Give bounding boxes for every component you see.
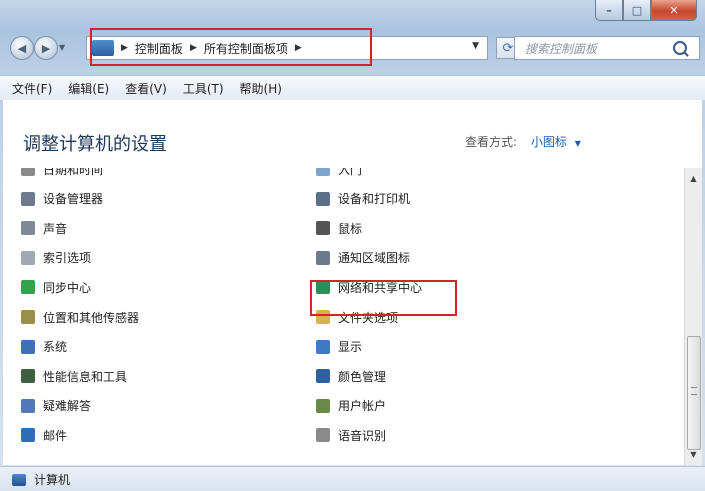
status-bar: 计算机 bbox=[0, 466, 705, 491]
user-accounts-icon bbox=[316, 398, 330, 413]
item-label: 语音识别 bbox=[338, 428, 387, 443]
item-label: 性能信息和工具 bbox=[43, 369, 128, 384]
control-panel-item[interactable]: 日期和时间 bbox=[21, 168, 103, 180]
menu-view[interactable]: 查看(V) bbox=[125, 80, 167, 97]
item-label: 通知区域图标 bbox=[338, 251, 411, 266]
control-panel-item[interactable]: 显示 bbox=[316, 336, 362, 358]
scrollbar-thumb[interactable] bbox=[687, 336, 701, 450]
control-panel-item[interactable]: 声音 bbox=[21, 217, 67, 239]
notification-icon bbox=[316, 250, 330, 265]
control-panel-item[interactable]: 邮件 bbox=[21, 424, 67, 446]
scroll-down-icon[interactable]: ▼ bbox=[685, 446, 702, 463]
control-panel-item[interactable]: 疑难解答 bbox=[21, 395, 91, 417]
control-panel-item[interactable]: 用户帐户 bbox=[316, 395, 386, 417]
grip-icon bbox=[691, 387, 697, 395]
view-by-label: 查看方式: bbox=[465, 135, 518, 149]
search-icon[interactable] bbox=[673, 41, 687, 55]
control-panel-item[interactable]: 颜色管理 bbox=[316, 365, 386, 387]
recent-pages-dropdown[interactable]: ▼ bbox=[59, 43, 65, 52]
color-management-icon bbox=[316, 369, 330, 384]
menu-tools[interactable]: 工具(T) bbox=[183, 80, 224, 97]
item-label: 邮件 bbox=[43, 428, 68, 443]
control-panel-item[interactable]: 索引选项 bbox=[21, 247, 91, 269]
status-label: 计算机 bbox=[34, 473, 71, 487]
search-box[interactable]: 搜索控制面板 bbox=[514, 36, 700, 60]
speaker-icon bbox=[21, 221, 35, 236]
getting-started-icon bbox=[316, 168, 330, 176]
menu-file[interactable]: 文件(F) bbox=[12, 80, 52, 97]
vertical-scrollbar[interactable]: ▲ ▼ bbox=[684, 168, 702, 465]
forward-button[interactable]: ▶ bbox=[34, 36, 58, 60]
content-area: 调整计算机的设置 查看方式: 小图标 ▼ 日期和时间设备管理器声音索引选项同步中… bbox=[3, 100, 702, 465]
printer-icon bbox=[316, 191, 330, 206]
item-label: 颜色管理 bbox=[338, 369, 387, 384]
item-label: 显示 bbox=[338, 340, 363, 355]
control-panel-item[interactable]: 鼠标 bbox=[316, 217, 362, 239]
control-panel-item[interactable]: 入门 bbox=[316, 168, 362, 180]
control-panel-items: 日期和时间设备管理器声音索引选项同步中心位置和其他传感器 系统性能信息和工具 疑难解… bbox=[3, 168, 683, 465]
network-highlight-box bbox=[310, 280, 457, 316]
sync-icon bbox=[21, 280, 35, 295]
view-by-selector[interactable]: 小图标 bbox=[531, 135, 567, 149]
item-label: 鼠标 bbox=[338, 221, 363, 236]
item-label: 设备管理器 bbox=[43, 192, 104, 207]
search-input[interactable]: 搜索控制面板 bbox=[525, 40, 673, 57]
control-panel-item[interactable]: 设备和打印机 bbox=[316, 188, 410, 210]
indexing-icon bbox=[21, 250, 35, 265]
system-icon bbox=[21, 339, 35, 354]
item-label: 系统 bbox=[43, 340, 68, 355]
menu-edit[interactable]: 编辑(E) bbox=[68, 80, 109, 97]
item-label: 设备和打印机 bbox=[338, 192, 411, 207]
menu-bar: 文件(F) 编辑(E) 查看(V) 工具(T) 帮助(H) bbox=[0, 75, 705, 101]
control-panel-window: – □ ✕ ◀ ▶ ▼ ▶ 控制面板 ▶ 所有控制面板项 ▶ ▼ ⟳ 搜索控制面… bbox=[0, 0, 705, 491]
item-label: 日期和时间 bbox=[43, 168, 104, 177]
control-panel-item[interactable]: 位置和其他传感器 bbox=[21, 306, 139, 328]
mail-icon bbox=[21, 428, 35, 443]
close-button[interactable]: ✕ bbox=[651, 0, 697, 21]
item-label: 位置和其他传感器 bbox=[43, 310, 140, 325]
control-panel-item[interactable]: 同步中心 bbox=[21, 276, 91, 298]
minimize-button[interactable]: – bbox=[595, 0, 623, 21]
performance-icon bbox=[21, 369, 35, 384]
device-manager-icon bbox=[21, 191, 35, 206]
address-highlight-box bbox=[90, 28, 372, 66]
control-panel-item[interactable]: 语音识别 bbox=[316, 424, 386, 446]
control-panel-item[interactable]: 设备管理器 bbox=[21, 188, 103, 210]
item-label: 用户帐户 bbox=[338, 399, 387, 414]
control-panel-item[interactable]: 系统 bbox=[21, 336, 67, 358]
control-panel-item[interactable]: 通知区域图标 bbox=[316, 247, 410, 269]
scroll-up-icon[interactable]: ▲ bbox=[685, 170, 702, 187]
page-title: 调整计算机的设置 bbox=[23, 134, 167, 155]
caption-buttons: – □ ✕ bbox=[595, 0, 697, 21]
computer-icon bbox=[12, 473, 26, 486]
view-by: 查看方式: 小图标 ▼ bbox=[465, 133, 581, 150]
item-label: 同步中心 bbox=[43, 280, 92, 295]
back-button[interactable]: ◀ bbox=[10, 36, 34, 60]
address-dropdown-icon[interactable]: ▼ bbox=[472, 41, 479, 51]
microphone-icon bbox=[316, 428, 330, 443]
item-label: 声音 bbox=[43, 221, 68, 236]
item-label: 入门 bbox=[338, 168, 363, 177]
item-label: 疑难解答 bbox=[43, 399, 92, 414]
item-label: 索引选项 bbox=[43, 251, 92, 266]
navigation-bar: ◀ ▶ ▼ ▶ 控制面板 ▶ 所有控制面板项 ▶ ▼ ⟳ 搜索控制面板 bbox=[6, 28, 700, 66]
troubleshoot-icon bbox=[21, 398, 35, 413]
menu-help[interactable]: 帮助(H) bbox=[240, 80, 282, 97]
mouse-icon bbox=[316, 221, 330, 236]
display-icon bbox=[316, 339, 330, 354]
chevron-down-icon[interactable]: ▼ bbox=[575, 139, 581, 148]
control-panel-item[interactable]: 性能信息和工具 bbox=[21, 365, 127, 387]
clock-icon bbox=[21, 168, 35, 176]
maximize-button[interactable]: □ bbox=[623, 0, 651, 21]
sensor-icon bbox=[21, 310, 35, 324]
